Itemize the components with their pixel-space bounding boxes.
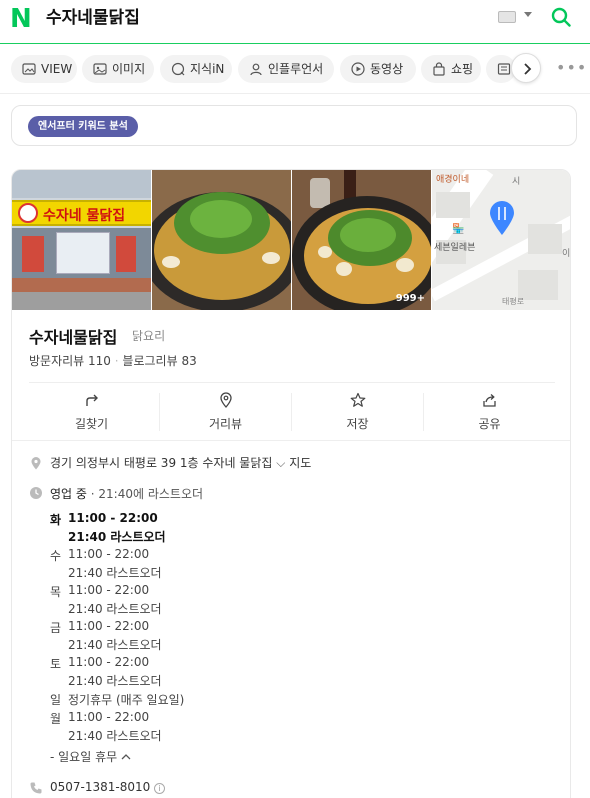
keyword-analysis-chip[interactable]: 엔서프터 키워드 분석 [28,116,138,137]
place-card: 수자네 물닭집 999+ 애경이네 🏪 세븐일레븐 이 시 태평로 수자네물닭집… [11,169,571,798]
search-tabs: VIEW 이미지 지식iN 인플루언서 동영상 쇼핑 [0,44,590,94]
search-icon[interactable] [551,7,571,27]
keyboard-icon[interactable] [498,11,516,23]
more-icon[interactable]: ••• [556,58,587,77]
photo-count-badge: 999+ [395,293,425,304]
chevron-down-icon[interactable] [524,12,532,17]
bag-icon [433,62,445,76]
chevron-up-icon [121,754,131,760]
place-category: 닭요리 [132,329,166,343]
share-button[interactable]: 공유 [424,383,555,441]
food-photo[interactable]: 999+ [292,170,431,310]
info-icon[interactable]: i [154,783,166,794]
blog-review-label[interactable]: 블로그리뷰 [122,354,177,368]
visitor-review-count[interactable]: 110 [88,354,111,368]
search-query[interactable]: 수자네물닭집 [46,8,140,28]
map-pin-icon [220,392,232,408]
tabs-next-button[interactable] [511,53,541,83]
photo-strip: 수자네 물닭집 999+ 애경이네 🏪 세븐일레븐 이 시 태평로 [12,170,570,310]
hours-row: 일 정기휴무 (매주 일요일) [50,693,185,707]
tab-images[interactable]: 이미지 [82,55,154,83]
hours-row: 금 11:00 - 22:00 21:40 라스트오더 [50,619,162,652]
map-pin-icon [490,201,514,235]
clock-icon [30,487,42,499]
keyword-box: 엔서프터 키워드 분석 [11,105,577,146]
star-icon [350,392,366,407]
directions-button[interactable]: 길찾기 [26,383,157,441]
visitor-review-label[interactable]: 방문자리뷰 [29,354,84,368]
hours-row: 수 11:00 - 22:00 21:40 라스트오더 [50,547,162,580]
search-header: N 수자네물닭집 [0,0,590,44]
review-counts: 방문자리뷰 110 · 블로그리뷰 83 [29,354,197,368]
map-thumbnail[interactable]: 애경이네 🏪 세븐일레븐 이 시 태평로 [432,170,570,310]
chevron-right-icon [524,63,532,75]
naver-logo[interactable]: N [10,6,34,32]
hours-row: 토 11:00 - 22:00 21:40 라스트오더 [50,655,162,688]
tab-view[interactable]: VIEW [11,55,77,83]
tab-shopping[interactable]: 쇼핑 [421,55,481,83]
share-icon [483,394,496,407]
street-view-button[interactable]: 거리뷰 [160,383,291,441]
map-link[interactable]: 지도 [289,456,311,470]
tab-video[interactable]: 동영상 [340,55,416,83]
food-photo[interactable] [152,170,291,310]
image-icon [22,63,36,75]
action-bar: 길찾기 거리뷰 저장 공유 [12,383,570,441]
save-button[interactable]: 저장 [292,383,423,441]
phone-number[interactable]: 0507-1381-8010 i [50,780,166,794]
image-icon [93,63,107,75]
hours-row: 목 11:00 - 22:00 21:40 라스트오더 [50,583,162,616]
news-icon [497,63,511,75]
business-status[interactable]: 영업 중 · 21:40에 라스트오더 [50,485,203,502]
question-icon [171,62,185,76]
play-icon [351,62,365,76]
tab-kin[interactable]: 지식iN [160,55,232,83]
blog-review-count[interactable]: 83 [181,354,196,368]
address: 경기 의정부시 태평로 39 1층 수자네 물닭집 ⌵ 지도 [50,456,312,470]
storefront-photo[interactable]: 수자네 물닭집 [12,170,151,310]
phone-icon [30,782,42,794]
hours-row: 화 11:00 - 22:00 21:40 라스트오더 [50,511,166,544]
hours-collapse-toggle[interactable]: - 일요일 휴무 [50,748,131,765]
hours-row: 월 11:00 - 22:00 21:40 라스트오더 [50,710,162,743]
business-hours: 화 11:00 - 22:00 21:40 라스트오더 수 11:00 - 22… [50,511,350,746]
location-icon [31,457,41,470]
directions-icon [86,394,98,406]
place-name[interactable]: 수자네물닭집 [29,324,117,348]
tab-influencer[interactable]: 인플루언서 [238,55,334,83]
person-icon [250,63,262,76]
